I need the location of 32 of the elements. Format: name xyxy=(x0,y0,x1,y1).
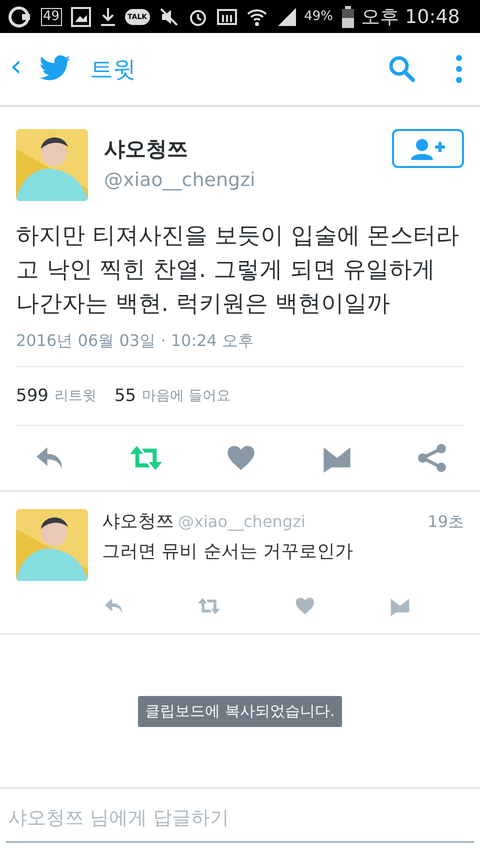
bird-logo-icon xyxy=(38,55,72,83)
tweet-text: 하지만 티져사진을 보듯이 입술에 몬스터라고 낙인 찍힌 찬열. 그렇게 되면 유일하게 나간자는 백현. 럭키원은 백현이일까 xyxy=(16,222,460,319)
user-handle: @xiao__chengzi xyxy=(104,169,256,191)
reply-time: 19초 xyxy=(428,512,464,533)
reply-text: 그러면 뮤비 순서는 거꾸로인가 xyxy=(102,540,354,563)
tweet-timestamp: 2016년 06월 03일 · 10:24 오후 xyxy=(16,331,464,367)
battery-percent: 49% xyxy=(304,9,333,24)
image-icon xyxy=(70,6,91,26)
screen-title: 트윗 xyxy=(90,56,136,84)
retweet-icon[interactable] xyxy=(197,595,222,617)
toast-message: 클립보드에 복사되었습니다. xyxy=(138,696,342,726)
stat-count: 55 xyxy=(114,386,136,406)
add-user-icon xyxy=(410,138,446,160)
app-icon xyxy=(8,6,32,28)
back-button[interactable]: ‹ xyxy=(6,52,26,86)
stat-label[interactable]: 리트윗 xyxy=(54,387,96,405)
follow-button[interactable] xyxy=(392,129,464,168)
signal-icon xyxy=(277,6,298,26)
user-handle: @xiao__chengzi xyxy=(178,512,306,531)
more-options-icon[interactable] xyxy=(454,54,464,84)
mute-icon xyxy=(159,6,180,26)
battery-icon xyxy=(342,6,354,28)
stat-label[interactable]: 마음에 들어요 xyxy=(142,387,231,405)
download-icon xyxy=(100,6,116,26)
search-icon[interactable] xyxy=(388,55,416,83)
wifi-icon xyxy=(246,6,268,26)
stat-count: 599 xyxy=(16,386,48,406)
clock: 오후 10:48 xyxy=(361,4,460,30)
user-name: 샤오청쯔 xyxy=(104,136,189,163)
data-icon xyxy=(217,6,238,26)
user-name: 샤오청쯔 xyxy=(102,510,174,533)
notification-count: 49 xyxy=(41,8,62,26)
